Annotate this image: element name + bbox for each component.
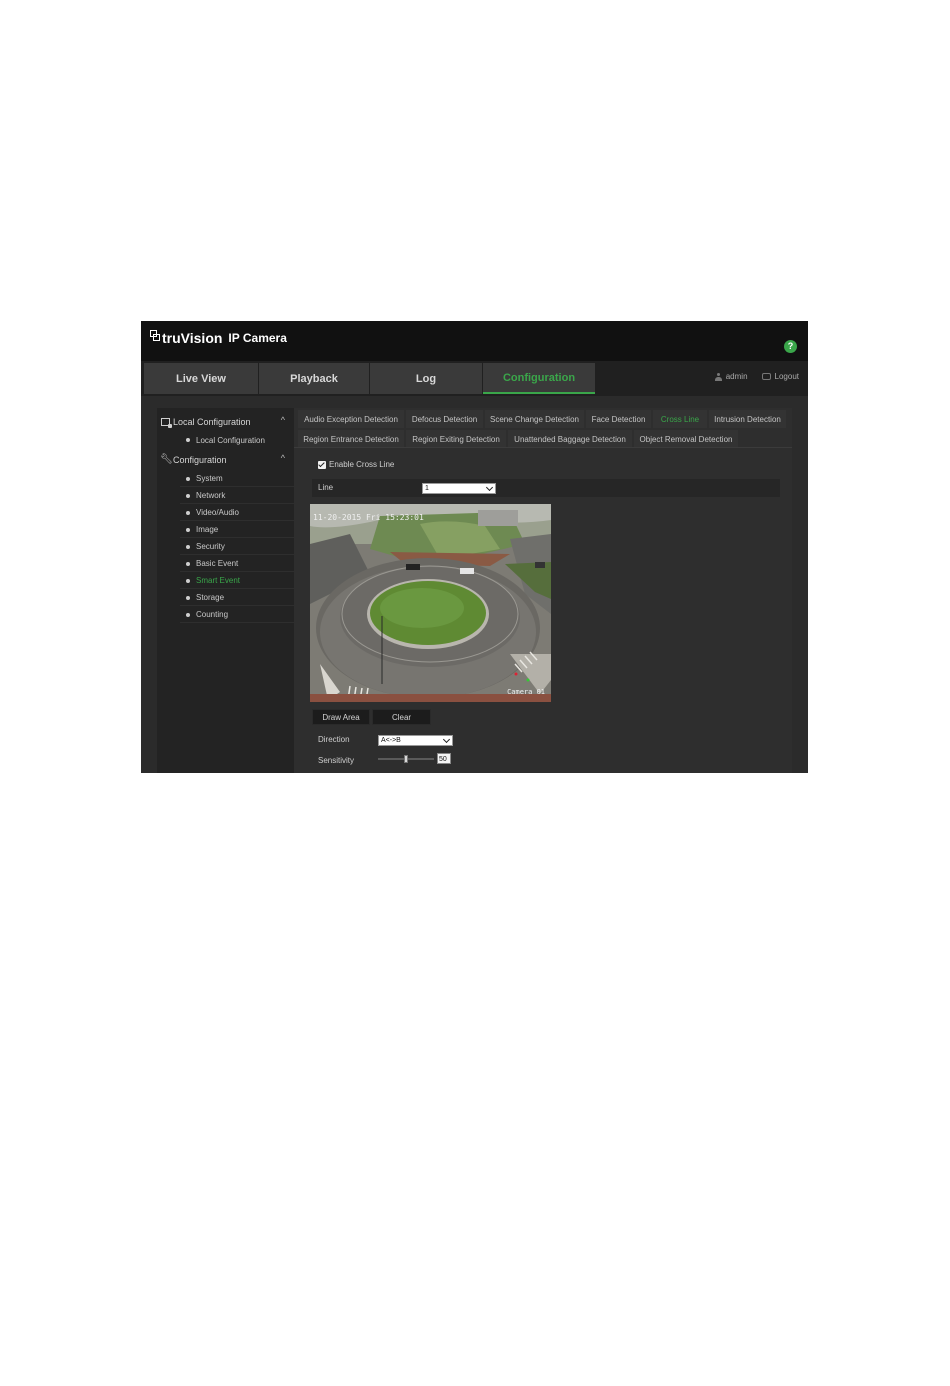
clear-button[interactable]: Clear [372,709,431,725]
tab-intrusion-detection[interactable]: Intrusion Detection [709,410,786,428]
top-bar: truVision IP Camera ? [141,321,808,361]
tab-live-view[interactable]: Live View [144,363,258,394]
tab-region-exiting-detection[interactable]: Region Exiting Detection [406,430,506,448]
content-panel: Audio Exception Detection Defocus Detect… [294,408,792,773]
tab-region-entrance-detection[interactable]: Region Entrance Detection [298,430,404,448]
bullet-icon [186,493,190,498]
enable-cross-line-label: Enable Cross Line [329,460,395,469]
tab-audio-exception-detection[interactable]: Audio Exception Detection [298,410,404,428]
tab-divider [294,447,792,448]
sensitivity-value[interactable]: 50 [437,753,451,764]
camera-web-ui: truVision IP Camera ? Live View Playback… [141,321,808,773]
bullet-icon [186,595,190,600]
sensitivity-label: Sensitivity [318,756,355,765]
video-preview[interactable]: 11-20-2015 Fri 15:23:01 Camera 01 [310,504,551,702]
chevron-down-icon [442,735,451,744]
direction-label: Direction [318,735,350,744]
sidebar-item-local-configuration[interactable]: Local Configuration [180,432,294,448]
logout-icon[interactable] [761,373,771,380]
logo: truVision IP Camera [150,330,287,346]
tab-face-detection[interactable]: Face Detection [586,410,651,428]
sidebar-item-video-audio[interactable]: Video/Audio [180,505,294,521]
sidebar: Local Configuration ^ Local Configuratio… [157,408,294,773]
bullet-icon [186,578,190,583]
video-timestamp: 11-20-2015 Fri 15:23:01 [313,513,424,522]
bullet-icon [186,544,190,549]
sidebar-item-basic-event[interactable]: Basic Event [180,556,294,572]
question-mark-icon[interactable]: ? [784,340,797,353]
draw-area-button[interactable]: Draw Area [312,709,370,725]
line-label: Line [318,483,334,492]
logo-brand: truVision [162,330,223,346]
bullet-icon [186,510,190,515]
bullet-icon [186,612,190,617]
user-area: admin Logout [714,372,799,381]
chevron-down-icon [485,483,494,492]
roundabout-scene-image [310,504,551,702]
sensitivity-slider[interactable] [378,755,434,763]
line-select[interactable]: 1 [422,483,496,494]
tab-scene-change-detection[interactable]: Scene Change Detection [485,410,584,428]
tab-object-removal-detection[interactable]: Object Removal Detection [634,430,738,448]
logo-mark-icon [150,330,160,342]
username: admin [725,372,748,381]
sidebar-item-image[interactable]: Image [180,522,294,538]
logo-product: IP Camera [228,331,287,345]
main-nav: Live View Playback Log Configuration adm… [141,361,808,396]
enable-cross-line-checkbox[interactable] [318,460,326,469]
video-camera-name: Camera 01 [507,688,545,696]
direction-select[interactable]: A<->B [378,735,453,746]
wrench-icon: 🔧︎ [160,453,173,465]
sidebar-header-local-configuration[interactable]: Local Configuration ^ [157,413,294,430]
sidebar-header-configuration[interactable]: 🔧︎ Configuration ^ [157,451,294,468]
bullet-icon [186,438,190,442]
tab-cross-line[interactable]: Cross Line [653,410,707,428]
sidebar-item-storage[interactable]: Storage [180,590,294,606]
sidebar-item-counting[interactable]: Counting [180,607,294,623]
logout-link[interactable]: Logout [775,372,799,381]
tab-configuration[interactable]: Configuration [483,363,595,394]
sensitivity-slider-handle[interactable] [404,755,408,763]
bullet-icon [186,561,190,566]
chevron-up-icon[interactable]: ^ [281,453,285,463]
chevron-up-icon[interactable]: ^ [281,415,285,425]
monitor-icon [161,417,172,428]
tab-log[interactable]: Log [370,363,482,394]
sidebar-item-system[interactable]: System [180,471,294,487]
user-icon [714,372,722,381]
bullet-icon [186,476,190,481]
tab-unattended-baggage-detection[interactable]: Unattended Baggage Detection [508,430,632,448]
tab-defocus-detection[interactable]: Defocus Detection [406,410,483,428]
sidebar-item-network[interactable]: Network [180,488,294,504]
line-row: Line 1 [312,479,780,497]
tab-playback[interactable]: Playback [259,363,369,394]
sidebar-item-smart-event[interactable]: Smart Event [180,573,294,589]
sidebar-item-security[interactable]: Security [180,539,294,555]
bullet-icon [186,527,190,532]
enable-cross-line-row: Enable Cross Line [318,460,394,469]
